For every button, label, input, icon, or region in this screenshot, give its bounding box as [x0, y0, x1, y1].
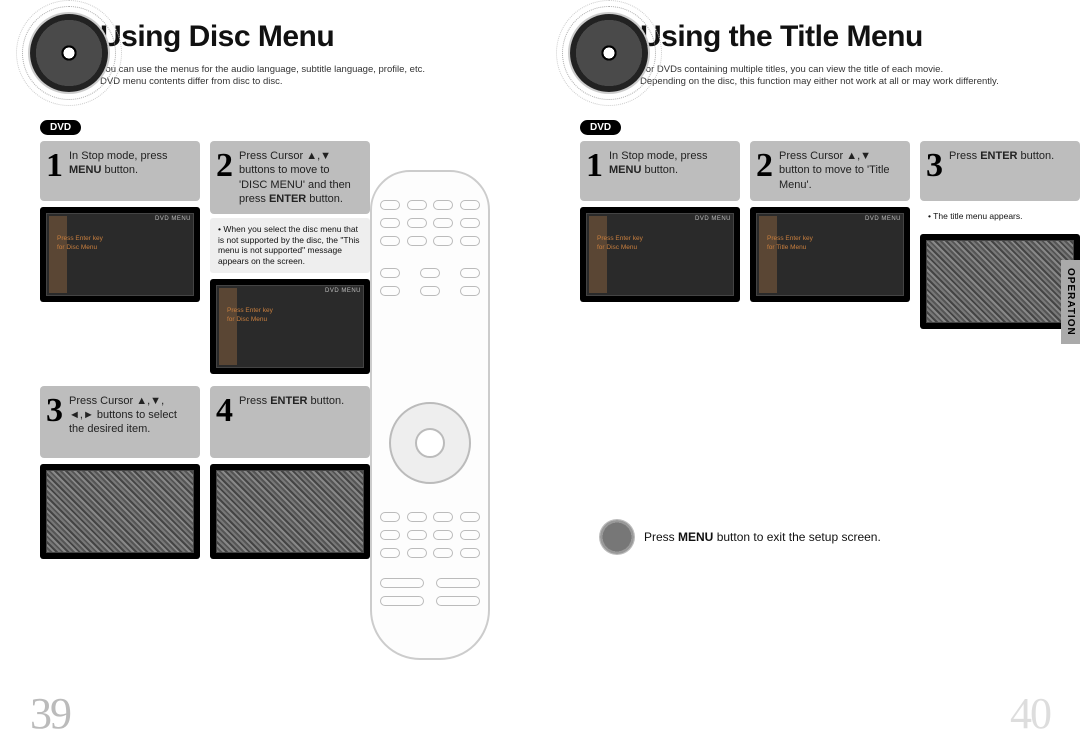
step-3-right: 3 Press ENTER button. • The title menu a… — [920, 141, 1080, 329]
sub1-right: For DVDs containing multiple titles, you… — [640, 64, 943, 75]
step-2-num: 2 — [216, 149, 233, 183]
tv-screenshot: DVD MENU Press Enter keyfor Disc Menu — [210, 279, 370, 374]
step-1-left: 1 In Stop mode, press MENU button. DVD M… — [40, 141, 200, 374]
tv-screenshot — [210, 464, 370, 559]
tv-screenshot: DVD MENU Press Enter keyfor Disc Menu — [40, 207, 200, 302]
sub2-right: Depending on the disc, this function may… — [640, 76, 999, 87]
page-left: Using Disc Menu You can use the menus fo… — [0, 0, 540, 749]
dvd-badge-right: DVD — [580, 120, 621, 135]
step-4-left: 4 Press ENTER button. — [210, 386, 370, 559]
tv-screenshot: DVD MENU Press Enter keyfor Disc Menu — [580, 207, 740, 302]
step-1-right: 1 In Stop mode, press MENU button. DVD M… — [580, 141, 740, 329]
step-3r-note: • The title menu appears. — [920, 205, 1080, 228]
tv-label: DVD MENU — [325, 288, 361, 294]
step-row-right: 1 In Stop mode, press MENU button. DVD M… — [580, 141, 1080, 329]
header-right: Using the Title Menu For DVDs containing… — [540, 0, 1080, 110]
side-tab-operation: OPERATION — [1061, 260, 1080, 344]
tv-screenshot — [40, 464, 200, 559]
tv-screenshot — [920, 234, 1080, 329]
step-2r-text: Press Cursor ▲,▼ button to move to 'Titl… — [779, 149, 900, 192]
step-1r-num: 1 — [586, 149, 603, 183]
header-left: Using Disc Menu You can use the menus fo… — [0, 0, 540, 110]
page-right: Using the Title Menu For DVDs containing… — [540, 0, 1080, 749]
step-2-note: • When you select the disc menu that is … — [210, 218, 370, 273]
step-3r-text: Press ENTER button. — [949, 149, 1054, 163]
step-3-text: Press Cursor ▲,▼, ◄,► buttons to select … — [69, 394, 190, 437]
step-2-left: 2 Press Cursor ▲,▼ buttons to move to 'D… — [210, 141, 370, 374]
step-2-text: Press Cursor ▲,▼ buttons to move to 'DIS… — [239, 149, 360, 206]
tv-label: DVD MENU — [155, 216, 191, 222]
step-3r-num: 3 — [926, 149, 943, 183]
sub1-left: You can use the menus for the audio lang… — [100, 64, 425, 75]
step-4-num: 4 — [216, 394, 233, 428]
step-2-right: 2 Press Cursor ▲,▼ button to move to 'Ti… — [750, 141, 910, 329]
exit-note-text: Press MENU button to exit the setup scre… — [644, 530, 881, 544]
step-4-text: Press ENTER button. — [239, 394, 344, 408]
page-number-left: 39 — [30, 688, 70, 739]
step-1-num: 1 — [46, 149, 63, 183]
exit-note: Press MENU button to exit the setup scre… — [600, 520, 881, 554]
tv-screenshot: DVD MENU Press Enter keyfor Title Menu — [750, 207, 910, 302]
subtitle-right: For DVDs containing multiple titles, you… — [640, 64, 1070, 89]
disc-icon — [30, 14, 108, 92]
mini-disc-icon — [600, 520, 634, 554]
title-right: Using the Title Menu — [640, 0, 1080, 54]
sub2-left: DVD menu contents differ from disc to di… — [100, 76, 283, 87]
step-3-num: 3 — [46, 394, 63, 428]
step-1r-text: In Stop mode, press MENU button. — [609, 149, 730, 178]
step-1-text: In Stop mode, press MENU button. — [69, 149, 190, 178]
disc-icon — [570, 14, 648, 92]
dpad-icon — [389, 402, 471, 484]
step-3-left: 3 Press Cursor ▲,▼, ◄,► buttons to selec… — [40, 386, 200, 559]
step-2r-num: 2 — [756, 149, 773, 183]
remote-illustration — [370, 170, 490, 660]
subtitle-left: You can use the menus for the audio lang… — [100, 64, 530, 89]
dvd-badge-left: DVD — [40, 120, 81, 135]
page-number-right: 40 — [1010, 688, 1050, 739]
title-left: Using Disc Menu — [100, 0, 540, 54]
